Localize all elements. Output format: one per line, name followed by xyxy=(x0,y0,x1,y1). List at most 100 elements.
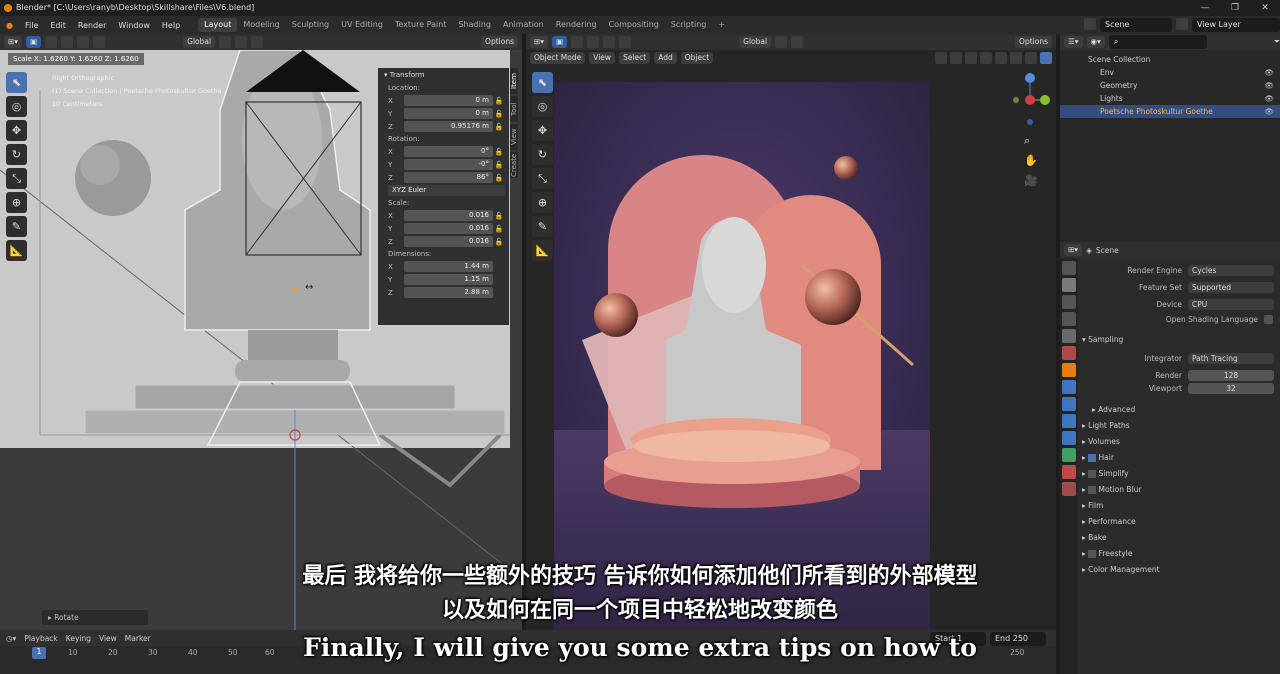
dimension-z-row[interactable]: Z 2.88 m xyxy=(378,286,509,299)
lock-icon[interactable]: 🔓 xyxy=(493,174,505,182)
annotate-tool-icon[interactable]: ✎ xyxy=(532,216,553,237)
panel-bake[interactable]: ▸ Bake xyxy=(1082,531,1107,544)
menu-window[interactable]: Window xyxy=(112,21,156,30)
eye-icon[interactable]: 👁 xyxy=(1264,66,1274,79)
integrator-row[interactable]: Integrator Path Tracing xyxy=(1078,352,1274,365)
overlay-icon[interactable] xyxy=(965,52,977,64)
hair-checkbox[interactable] xyxy=(1088,454,1097,462)
select-tool-icon[interactable]: ⬉ xyxy=(532,72,553,93)
scale-z-field[interactable]: 0.016 xyxy=(404,236,493,247)
pivot-icon[interactable] xyxy=(219,36,232,48)
rotation-x-row[interactable]: X 0° 🔓 xyxy=(378,145,509,158)
outliner-editor-type[interactable]: ☰▾ xyxy=(1064,36,1083,48)
panel-simplify[interactable]: ▸ Simplify xyxy=(1082,467,1129,480)
snap-icon[interactable] xyxy=(235,36,248,48)
visibility-icon[interactable] xyxy=(935,52,947,64)
orientation-dropdown[interactable]: Global xyxy=(183,36,216,48)
view-layer-field[interactable]: View Layer xyxy=(1192,18,1280,32)
tab-compositing[interactable]: Compositing xyxy=(603,18,665,32)
maximize-button[interactable]: ❐ xyxy=(1220,0,1250,16)
constraints-tab-icon[interactable] xyxy=(1062,431,1076,445)
lock-icon[interactable]: 🔓 xyxy=(493,238,505,246)
object-tab-icon[interactable] xyxy=(1062,363,1076,377)
outliner-item-env[interactable]: Env 👁 xyxy=(1060,66,1280,79)
blender-menu-icon[interactable]: ● xyxy=(0,21,19,30)
minimize-button[interactable]: — xyxy=(1190,0,1220,16)
panel-volumes[interactable]: ▸ Volumes xyxy=(1082,435,1120,448)
lock-icon[interactable]: 🔓 xyxy=(493,225,505,233)
output-tab-icon[interactable] xyxy=(1062,295,1076,309)
device-row[interactable]: Device CPU xyxy=(1078,298,1274,311)
lock-icon[interactable]: 🔓 xyxy=(493,212,505,220)
pivot-icon[interactable] xyxy=(775,36,788,48)
material-shading-icon[interactable] xyxy=(1025,52,1037,64)
freestyle-checkbox[interactable] xyxy=(1088,550,1097,558)
view-layer-tab-icon[interactable] xyxy=(1062,312,1076,326)
select-subtract-icon[interactable] xyxy=(77,36,90,48)
tab-rendering[interactable]: Rendering xyxy=(550,18,603,32)
dimension-z-field[interactable]: 2.88 m xyxy=(404,287,493,298)
select-tool-icon[interactable]: ⬉ xyxy=(6,72,27,93)
properties-editor-type[interactable]: ⊞▾ xyxy=(1064,244,1083,256)
motion-blur-checkbox[interactable] xyxy=(1088,486,1097,494)
rotation-x-field[interactable]: 0° xyxy=(404,146,493,157)
physics-tab-icon[interactable] xyxy=(1062,414,1076,428)
scale-tool-icon[interactable]: ⤡ xyxy=(6,168,27,189)
measure-tool-icon[interactable]: 📐 xyxy=(6,240,27,261)
advanced-subpanel[interactable]: ▸ Advanced xyxy=(1092,403,1135,416)
select-subtract-icon[interactable] xyxy=(603,36,616,48)
rotation-z-row[interactable]: Z 86° 🔓 xyxy=(378,171,509,184)
integrator-dropdown[interactable]: Path Tracing xyxy=(1188,353,1274,364)
measure-tool-icon[interactable]: 📐 xyxy=(532,240,553,261)
rotation-mode-dropdown[interactable]: XYZ Euler xyxy=(388,185,505,196)
panel-motion-blur[interactable]: ▸ Motion Blur xyxy=(1082,483,1141,496)
scale-y-row[interactable]: Y 0.016 🔓 xyxy=(378,222,509,235)
scale-tool-icon[interactable]: ⤡ xyxy=(532,168,553,189)
scene-tab-icon[interactable] xyxy=(1062,329,1076,343)
move-tool-icon[interactable]: ✥ xyxy=(532,120,553,141)
outliner-item-geometry[interactable]: Geometry 👁 xyxy=(1060,79,1280,92)
tab-uv-editing[interactable]: UV Editing xyxy=(335,18,389,32)
tab-modeling[interactable]: Modeling xyxy=(237,18,285,32)
scale-x-field[interactable]: 0.016 xyxy=(404,210,493,221)
panel-freestyle[interactable]: ▸ Freestyle xyxy=(1082,547,1132,560)
mode-dropdown[interactable]: Object Mode xyxy=(530,52,586,64)
eye-icon[interactable]: 👁 xyxy=(1264,79,1274,92)
location-z-field[interactable]: 0.95176 m xyxy=(404,121,493,132)
filter-icon[interactable]: ⏷ xyxy=(1274,37,1280,47)
location-y-row[interactable]: Y 0 m 🔓 xyxy=(378,107,509,120)
wireframe-shading-icon[interactable] xyxy=(995,52,1007,64)
lock-icon[interactable]: 🔓 xyxy=(493,110,505,118)
select-box-icon[interactable] xyxy=(571,36,584,48)
tab-create[interactable]: Create xyxy=(510,152,518,178)
select-mode-button[interactable]: ▣ xyxy=(552,36,568,48)
proportional-edit-icon[interactable] xyxy=(251,36,264,48)
osl-checkbox[interactable] xyxy=(1264,315,1273,324)
menu-edit[interactable]: Edit xyxy=(44,21,72,30)
render-engine-row[interactable]: Render Engine Cycles xyxy=(1078,264,1274,277)
editor-type-button[interactable]: ⊞▾ xyxy=(530,36,549,48)
select-box-icon[interactable] xyxy=(45,36,58,48)
simplify-checkbox[interactable] xyxy=(1088,470,1097,478)
xray-icon[interactable] xyxy=(980,52,992,64)
lock-icon[interactable]: 🔓 xyxy=(493,161,505,169)
world-tab-icon[interactable] xyxy=(1062,346,1076,360)
navigation-gizmo[interactable]: ⌕ ✋ 🎥 xyxy=(1010,72,1050,192)
rotation-mode-row[interactable]: XYZ Euler xyxy=(378,184,509,197)
left-3d-viewport[interactable]: ↔ Scale X: 1.6260 Y: 1.6260 Z: 1.6260 Ri… xyxy=(0,50,522,630)
transform-panel-title[interactable]: ▾ Transform xyxy=(378,68,509,82)
osl-row[interactable]: Open Shading Language xyxy=(1078,313,1274,326)
particles-tab-icon[interactable] xyxy=(1062,397,1076,411)
render-tab-icon[interactable] xyxy=(1062,278,1076,292)
close-button[interactable]: ✕ xyxy=(1250,0,1280,16)
location-y-field[interactable]: 0 m xyxy=(404,108,493,119)
rotate-tool-icon[interactable]: ↻ xyxy=(532,144,553,165)
tab-animation[interactable]: Animation xyxy=(497,18,550,32)
right-options-button[interactable]: Options xyxy=(1015,36,1052,48)
dimension-y-field[interactable]: 1.15 m xyxy=(404,274,493,285)
cursor-tool-icon[interactable]: ◎ xyxy=(6,96,27,117)
tab-shading[interactable]: Shading xyxy=(452,18,497,32)
menu-select[interactable]: Select xyxy=(619,52,651,64)
modifier-tab-icon[interactable] xyxy=(1062,380,1076,394)
menu-add[interactable]: Add xyxy=(654,52,677,64)
